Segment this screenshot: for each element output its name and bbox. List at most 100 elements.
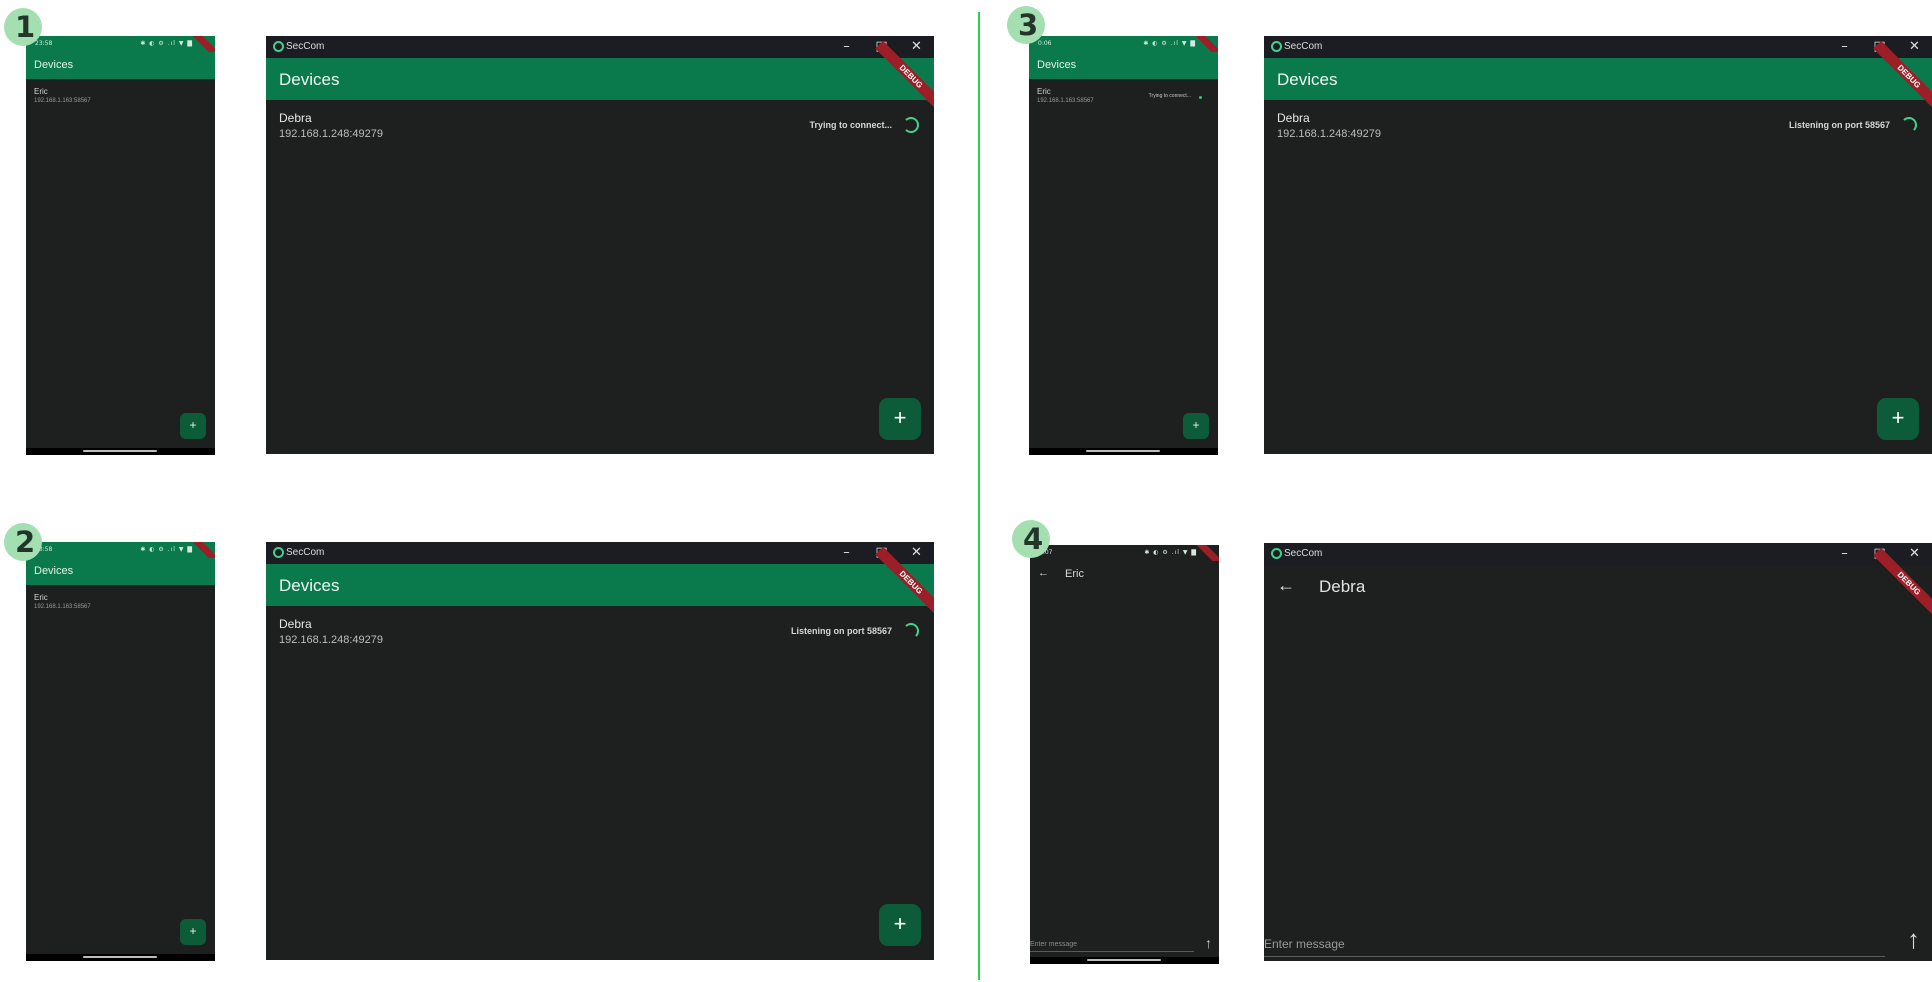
home-indicator	[1087, 959, 1161, 961]
status-time: 0:06	[1038, 40, 1052, 47]
window-title: SecCom	[286, 547, 325, 558]
phone-screen: 23:58 ✱ ◐ ⚙ .ıl ▼ ▇ Devices Eric 192.168…	[26, 542, 215, 961]
step-badge: 1	[4, 8, 42, 46]
message-input[interactable]: Enter message	[1030, 941, 1077, 948]
step-badge: 3	[1007, 6, 1045, 44]
window-title: SecCom	[1284, 41, 1323, 52]
minimize-icon[interactable]: –	[1827, 543, 1862, 565]
seccom-logo-icon	[1271, 41, 1282, 52]
window-titlebar: SecCom –□✕	[1264, 36, 1932, 58]
device-address: 192.168.1.163:58567	[34, 604, 91, 610]
add-device-button[interactable]: +	[879, 904, 921, 946]
status-icons: ✱ ◐ ⚙ .ıl ▼ ▇	[140, 546, 193, 553]
status-icons: ✱ ◐ ⚙ .ıl ▼ ▇	[1144, 549, 1197, 556]
device-list-item[interactable]: Eric 192.168.1.163:58567	[34, 87, 91, 104]
add-device-button[interactable]: +	[180, 919, 206, 945]
connection-status: Trying to connect...	[809, 120, 892, 130]
window-titlebar: SecCom –□✕	[1264, 543, 1932, 565]
page-title: Devices	[1037, 59, 1077, 71]
window-title: SecCom	[286, 41, 325, 52]
desktop-window: SecCom –□✕ Devices DEBUG Debra 192.168.1…	[1264, 36, 1932, 454]
connection-status: Listening on port 58567	[790, 626, 892, 636]
status-time: 23:58	[35, 40, 53, 47]
seccom-logo-icon	[273, 547, 284, 558]
add-device-button[interactable]: +	[879, 398, 921, 440]
status-icons: ✱ ◐ ⚙ .ıl ▼ ▇	[140, 40, 193, 47]
page-title: Devices	[279, 70, 340, 89]
device-list-item[interactable]: Eric 192.168.1.163:58567	[1037, 87, 1094, 104]
back-arrow-icon[interactable]: ←	[1277, 575, 1295, 596]
phone-status-bar: 0:07 ✱ ◐ ⚙ .ıl ▼ ▇	[1030, 545, 1219, 561]
device-address: 192.168.1.248:49279	[279, 634, 383, 646]
chat-header: ← Eric	[1030, 561, 1219, 588]
phone-app-bar: Devices	[26, 52, 215, 79]
gesture-bar	[1030, 957, 1219, 964]
add-device-button[interactable]: +	[1183, 413, 1209, 439]
phone-screen: 0:07 ✱ ◐ ⚙ .ıl ▼ ▇ ← Eric Enter message …	[1030, 545, 1219, 964]
message-input[interactable]: Enter message	[1264, 937, 1345, 951]
step-number: 2	[15, 525, 36, 559]
seccom-logo-icon	[1271, 548, 1282, 559]
seccom-logo-icon	[273, 41, 284, 52]
device-address: 192.168.1.163:58567	[1037, 98, 1094, 104]
device-list-item[interactable]: Debra 192.168.1.248:49279	[1277, 111, 1381, 140]
device-name: Debra	[279, 617, 312, 631]
device-name: Debra	[279, 111, 312, 125]
window-title: SecCom	[1284, 548, 1323, 559]
device-list-item[interactable]: Debra 192.168.1.248:49279	[279, 111, 383, 140]
app-bar: Devices	[1264, 58, 1932, 100]
gesture-bar	[26, 954, 215, 961]
add-device-button[interactable]: +	[1877, 398, 1919, 440]
device-name: Debra	[1277, 111, 1310, 125]
device-address: 192.168.1.248:49279	[1277, 128, 1381, 140]
phone-app-bar: Devices	[1029, 52, 1218, 79]
progress-spinner-icon	[1199, 96, 1202, 99]
step-number: 4	[1023, 522, 1044, 556]
phone-status-bar: 0:06 ✱ ◐ ⚙ .ıl ▼ ▇	[1029, 36, 1218, 52]
back-arrow-icon[interactable]: ←	[1038, 567, 1049, 579]
send-arrow-icon[interactable]: ↑	[1907, 924, 1920, 955]
send-arrow-icon[interactable]: ↑	[1205, 935, 1212, 951]
minimize-icon[interactable]: –	[1827, 36, 1862, 58]
home-indicator	[83, 956, 157, 958]
app-bar: Devices	[266, 564, 934, 606]
device-address: 192.168.1.163:58567	[34, 98, 91, 104]
device-list-item[interactable]: Eric 192.168.1.163:58567	[34, 593, 91, 610]
device-list-item[interactable]: Debra 192.168.1.248:49279	[279, 617, 383, 646]
minimize-icon[interactable]: –	[829, 542, 864, 564]
device-address: 192.168.1.248:49279	[279, 128, 383, 140]
page-title: Devices	[34, 565, 74, 577]
close-icon[interactable]: ✕	[1897, 543, 1932, 565]
phone-screen: 0:06 ✱ ◐ ⚙ .ıl ▼ ▇ Devices Eric 192.168.…	[1029, 36, 1218, 455]
minimize-icon[interactable]: –	[829, 36, 864, 58]
step-badge: 4	[1012, 520, 1050, 558]
chat-header: ← Debra	[1264, 565, 1932, 607]
page-title: Devices	[279, 576, 340, 595]
phone-status-bar: 23:58 ✱ ◐ ⚙ .ıl ▼ ▇	[26, 36, 215, 52]
desktop-window: SecCom –□✕ Devices DEBUG Debra 192.168.1…	[266, 36, 934, 454]
phone-screen: 23:58 ✱ ◐ ⚙ .ıl ▼ ▇ Devices Eric 192.168…	[26, 36, 215, 455]
close-icon[interactable]: ✕	[899, 36, 934, 58]
device-name: Eric	[34, 87, 48, 96]
connection-status: Listening on port 58567	[1788, 120, 1890, 130]
phone-app-bar: Devices	[26, 558, 215, 585]
gesture-bar	[26, 448, 215, 455]
device-name: Eric	[1037, 87, 1051, 96]
progress-spinner-icon	[1901, 117, 1917, 133]
window-titlebar: SecCom –□✕	[266, 542, 934, 564]
chat-title: Debra	[1319, 577, 1366, 596]
message-input-underline	[1264, 956, 1885, 957]
panel-divider	[978, 12, 980, 980]
message-input-underline	[1030, 951, 1194, 952]
page-title: Devices	[34, 59, 74, 71]
step-number: 3	[1018, 8, 1039, 42]
close-icon[interactable]: ✕	[899, 542, 934, 564]
phone-status-bar: 23:58 ✱ ◐ ⚙ .ıl ▼ ▇	[26, 542, 215, 558]
chat-title: Eric	[1065, 568, 1084, 580]
step-number: 1	[15, 10, 36, 44]
add-device-button[interactable]: +	[180, 413, 206, 439]
close-icon[interactable]: ✕	[1897, 36, 1932, 58]
window-titlebar: SecCom –□✕	[266, 36, 934, 58]
connection-status: Trying to connect...	[1148, 93, 1191, 99]
home-indicator	[1086, 450, 1160, 452]
